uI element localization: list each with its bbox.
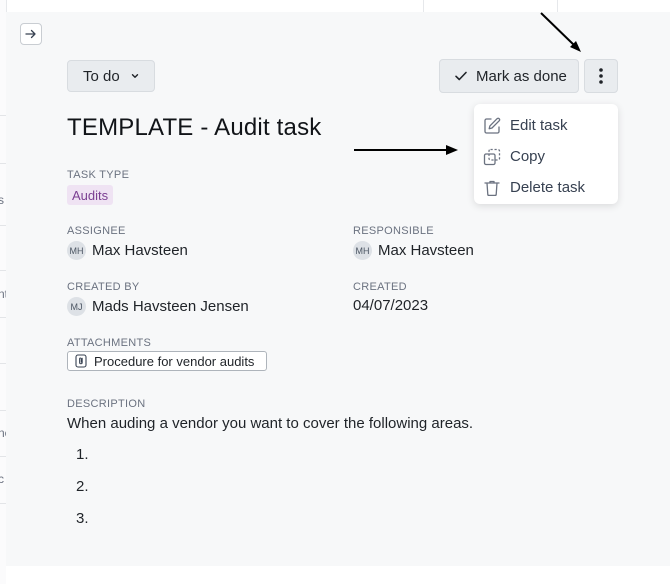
annotation-arrow-to-more-button — [540, 12, 581, 52]
annotation-arrows — [354, 12, 581, 155]
annotation-arrow-to-copy — [354, 145, 458, 155]
